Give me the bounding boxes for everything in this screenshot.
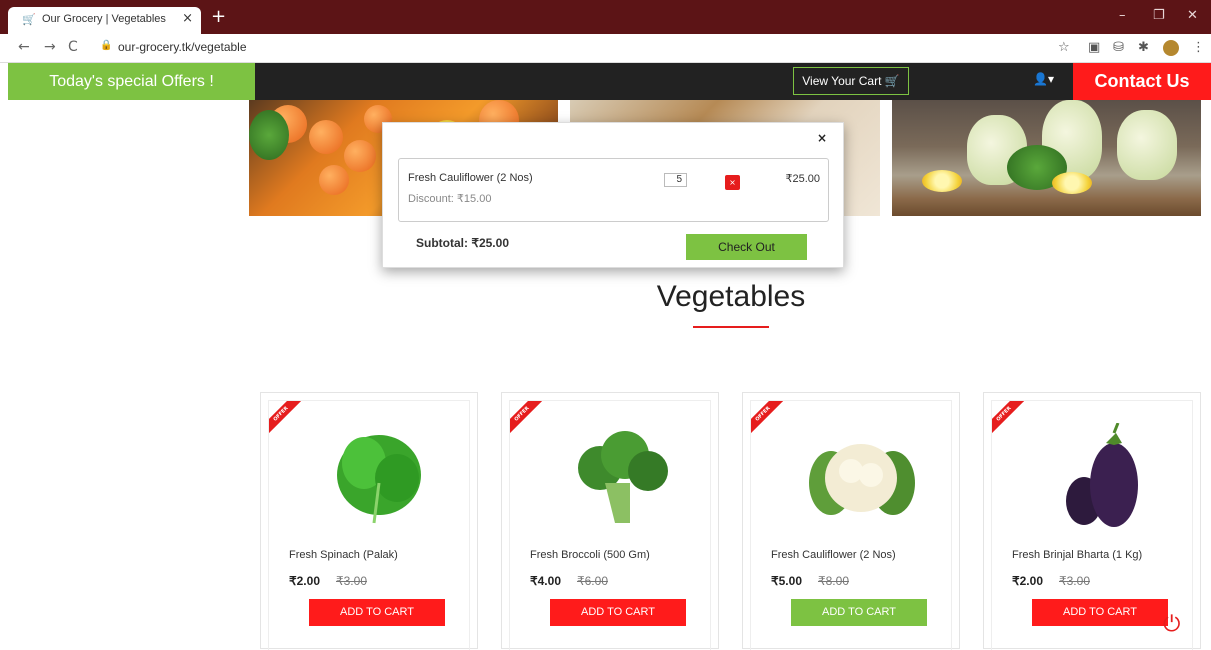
reload-icon[interactable]: C [68,39,78,55]
add-to-cart-button[interactable]: ADD TO CART [1032,599,1168,626]
cart-item-name: Fresh Cauliflower (2 Nos) [408,172,533,184]
banner-fennel [892,100,1201,216]
cart-icon: 🛒 [22,13,36,26]
puzzle-icon[interactable]: ✱ [1138,40,1149,55]
star-icon[interactable]: ☆ [1058,40,1070,55]
product-card: OFFER Fresh Cauliflower (2 Nos) ₹5.00 ₹8… [742,392,960,650]
product-price: ₹2.00 [289,574,320,588]
brinjal-image [1066,423,1138,527]
minimize-icon[interactable]: – [1119,8,1126,23]
cart-item-price: ₹25.00 [785,173,820,185]
product-card: OFFER Fresh Spinach (Palak) ₹2.00 ₹3.00 … [260,392,478,650]
add-to-cart-button[interactable]: ADD TO CART [550,599,686,626]
product-price: ₹4.00 [530,574,561,588]
cauliflower-image [809,444,915,515]
tab-title: Our Grocery | Vegetables [42,13,166,25]
scroll-top-icon[interactable]: ⏻ [1163,612,1189,642]
title-underline [693,326,769,328]
browser-tabbar: 🛒 Our Grocery | Vegetables × + – ❐ ✕ [0,0,1211,34]
product-card: OFFER Fresh Brinjal Bharta (1 Kg) ₹2.00 … [983,392,1201,650]
product-old-price: ₹8.00 [818,574,849,588]
url-text: our-grocery.tk/vegetable [118,40,247,54]
offers-link[interactable]: Today's special Offers ! [8,63,255,100]
add-to-cart-button[interactable]: ADD TO CART [309,599,445,626]
lock-icon: 🔒 [100,40,113,51]
address-bar: ← → C 🔒 our-grocery.tk/vegetable ☆ ▣ ⛁ ✱… [0,34,1211,63]
cart-item-discount: Discount: ₹15.00 [408,193,492,205]
offer-ribbon: OFFER [510,401,542,433]
product-price: ₹2.00 [1012,574,1043,588]
offer-ribbon: OFFER [992,401,1024,433]
view-cart-button[interactable]: View Your Cart 🛒 [793,67,909,95]
maximize-icon[interactable]: ❐ [1153,8,1165,23]
close-icon[interactable]: × [817,131,827,145]
new-tab-icon[interactable]: + [211,8,226,26]
product-old-price: ₹3.00 [336,574,367,588]
cart-item: Fresh Cauliflower (2 Nos) Discount: ₹15.… [398,158,829,222]
remove-item-button[interactable]: × [725,175,740,190]
user-menu[interactable]: 👤▾ [1033,72,1054,86]
product-price: ₹5.00 [771,574,802,588]
offer-ribbon: OFFER [269,401,301,433]
quantity-input[interactable]: 5 [664,173,687,187]
extension-icon[interactable]: ▣ [1088,40,1100,55]
cart-icon: 🛒 [884,74,900,88]
back-icon[interactable]: ← [18,39,30,55]
section-title: Vegetables [656,280,806,313]
product-name: Fresh Brinjal Bharta (1 Kg) [1012,549,1143,561]
add-to-cart-button[interactable]: ADD TO CART [791,599,927,626]
spinach-image [337,435,421,524]
browser-tab[interactable]: 🛒 Our Grocery | Vegetables × [8,7,201,34]
cart-popup: × Fresh Cauliflower (2 Nos) Discount: ₹1… [382,122,844,268]
product-name: Fresh Broccoli (500 Gm) [530,549,650,561]
user-icon: 👤▾ [1033,72,1054,86]
product-old-price: ₹6.00 [577,574,608,588]
close-icon[interactable]: × [182,11,193,26]
url-field[interactable]: 🔒 our-grocery.tk/vegetable [92,37,1092,59]
product-card: OFFER Fresh Broccoli (500 Gm) ₹4.00 ₹6.0… [501,392,719,650]
extension-icon[interactable]: ⛁ [1113,40,1124,55]
window-close-icon[interactable]: ✕ [1187,8,1198,23]
cart-subtotal: Subtotal: ₹25.00 [416,236,509,250]
product-old-price: ₹3.00 [1059,574,1090,588]
product-name: Fresh Spinach (Palak) [289,549,398,561]
menu-icon[interactable]: ⋮ [1192,40,1205,55]
broccoli-image [578,431,668,523]
site-header: Today's special Offers ! View Your Cart … [8,63,1211,100]
offer-ribbon: OFFER [751,401,783,433]
contact-button[interactable]: Contact Us [1073,63,1211,100]
forward-icon[interactable]: → [44,39,56,55]
product-name: Fresh Cauliflower (2 Nos) [771,549,896,561]
profile-avatar[interactable] [1163,40,1179,56]
checkout-button[interactable]: Check Out [686,234,807,260]
view-cart-label: View Your Cart [802,74,882,88]
